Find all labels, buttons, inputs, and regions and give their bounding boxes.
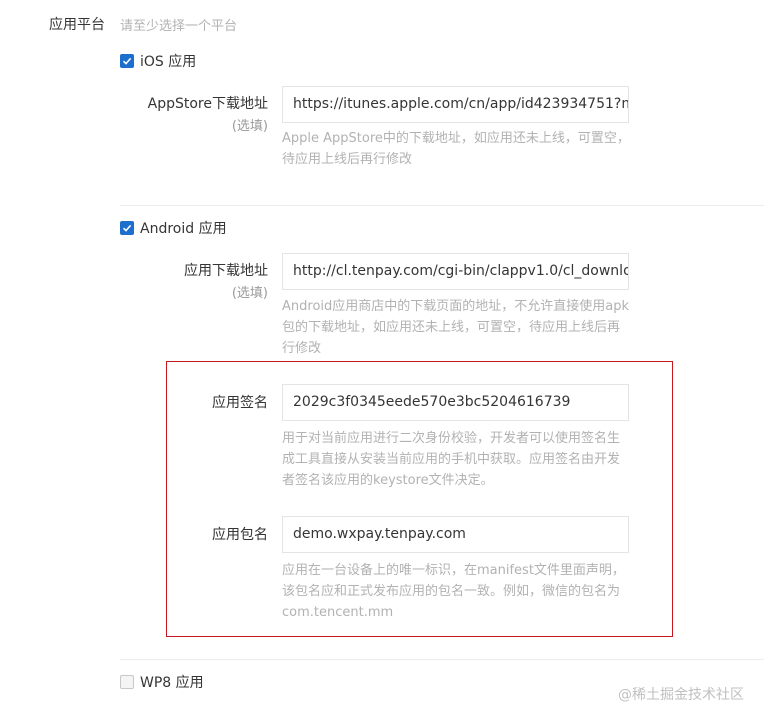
check-icon <box>122 57 132 65</box>
signature-hint: 用于对当前应用进行二次身份校验，开发者可以使用签名生成工具直接从安装当前应用的手… <box>282 431 621 488</box>
appstore-url-input[interactable]: https://itunes.apple.com/cn/app/id423934… <box>282 86 629 123</box>
ios-checkbox[interactable] <box>120 54 134 68</box>
appstore-url-label: AppStore下载地址 (选填) <box>98 95 268 136</box>
signature-label: 应用签名 <box>98 394 268 413</box>
platform-section-label: 应用平台 <box>49 17 105 33</box>
appstore-url-optional: (选填) <box>231 119 268 134</box>
ios-checkbox-label: iOS 应用 <box>140 54 197 70</box>
ios-android-divider <box>120 205 764 206</box>
package-name-input[interactable]: demo.wxpay.tenpay.com <box>282 516 629 553</box>
signature-label-text: 应用签名 <box>212 395 268 411</box>
watermark: @稀土掘金技术社区 <box>618 687 744 703</box>
android-download-url-input[interactable]: http://cl.tenpay.com/cgi-bin/clappv1.0/c… <box>282 253 629 290</box>
ios-checkbox-row[interactable]: iOS 应用 <box>120 51 196 71</box>
android-download-url-hint: Android应用商店中的下载页面的地址，不允许直接使用apk包的下载地址，如应… <box>282 299 630 356</box>
appstore-url-hint: Apple AppStore中的下载地址，如应用还未上线，可置空，待应用上线后再… <box>282 131 630 167</box>
wp8-checkbox-row[interactable]: WP8 应用 <box>120 672 204 692</box>
wp8-checkbox[interactable] <box>120 675 134 689</box>
android-download-url-optional: (选填) <box>231 286 268 301</box>
android-download-url-label-text: 应用下载地址 <box>184 263 268 279</box>
android-checkbox-row[interactable]: Android 应用 <box>120 218 227 238</box>
package-name-label-text: 应用包名 <box>212 527 268 543</box>
android-checkbox[interactable] <box>120 221 134 235</box>
check-icon <box>122 224 132 232</box>
platform-section-hint: 请至少选择一个平台 <box>120 19 238 34</box>
signature-input[interactable]: 2029c3f0345eede570e3bc5204616739 <box>282 384 629 421</box>
android-wp8-divider <box>120 659 764 660</box>
android-checkbox-label: Android 应用 <box>140 221 227 237</box>
appstore-url-label-text: AppStore下载地址 <box>147 96 268 112</box>
package-name-label: 应用包名 <box>98 526 268 545</box>
package-name-hint: 应用在一台设备上的唯一标识，在manifest文件里面声明，该包名应和正式发布应… <box>282 563 625 620</box>
wp8-checkbox-label: WP8 应用 <box>140 675 204 691</box>
android-download-url-label: 应用下载地址 (选填) <box>98 262 268 303</box>
